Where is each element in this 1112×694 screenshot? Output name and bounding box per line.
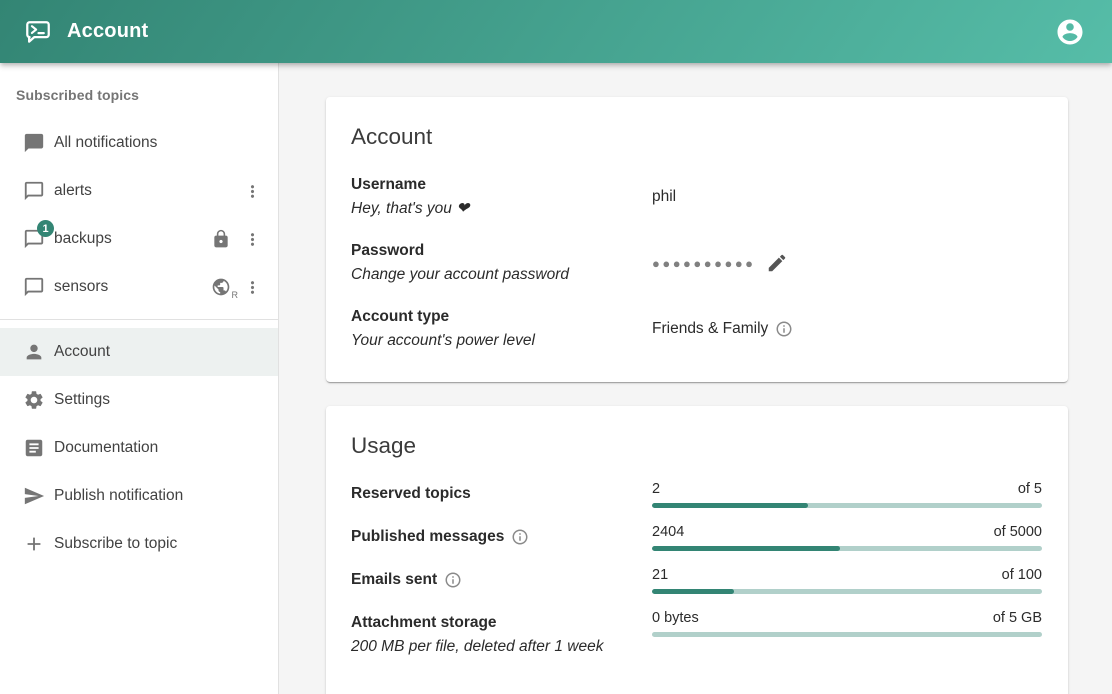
sidebar-item-account[interactable]: Account xyxy=(0,328,278,376)
reserved-topics-row: Reserved topics 2 of 5 xyxy=(326,473,1068,516)
published-messages-label: Published messages xyxy=(351,525,504,549)
lock-icon xyxy=(211,229,231,249)
nav-label: Publish notification xyxy=(54,487,262,505)
chat-bubble-outline-icon: 1 xyxy=(23,228,45,250)
edit-password-button[interactable] xyxy=(766,252,788,274)
password-row: Password Change your account password ●●… xyxy=(326,230,1068,296)
info-icon[interactable] xyxy=(511,528,529,546)
usage-limit: of 5000 xyxy=(994,523,1042,542)
sidebar-item-publish-notification[interactable]: Publish notification xyxy=(0,472,278,520)
sidebar-item-subscribe-to-topic[interactable]: Subscribe to topic xyxy=(0,520,278,568)
username-row: Username Hey, that's you ❤ phil xyxy=(326,164,1068,230)
reserved-marker: R xyxy=(232,290,239,300)
person-icon xyxy=(23,341,45,363)
info-icon[interactable] xyxy=(775,320,793,338)
sidebar-item-documentation[interactable]: Documentation xyxy=(0,424,278,472)
attachment-storage-label: Attachment storage xyxy=(351,611,652,635)
usage-limit: of 5 xyxy=(1018,480,1042,499)
progress-bar-fill xyxy=(652,546,840,551)
usage-card-title: Usage xyxy=(326,406,1068,473)
sidebar-item-settings[interactable]: Settings xyxy=(0,376,278,424)
progress-bar xyxy=(652,546,1042,551)
more-vert-icon xyxy=(243,278,262,297)
username-value: phil xyxy=(652,188,676,206)
info-icon[interactable] xyxy=(444,571,462,589)
reserved-topics-label: Reserved topics xyxy=(351,482,471,506)
progress-bar xyxy=(652,503,1042,508)
sidebar-item-all-notifications[interactable]: All notifications xyxy=(0,119,278,167)
chat-bubble-outline-icon xyxy=(23,180,45,202)
nav-label: Settings xyxy=(54,391,262,409)
article-icon xyxy=(23,437,45,459)
notification-count-badge: 1 xyxy=(37,220,54,237)
account-menu-button[interactable] xyxy=(1050,12,1090,52)
send-icon xyxy=(23,485,45,507)
progress-bar xyxy=(652,589,1042,594)
attachment-storage-sublabel: 200 MB per file, deleted after 1 week xyxy=(351,635,652,659)
emails-sent-label: Emails sent xyxy=(351,568,437,592)
usage-current: 2404 xyxy=(652,523,684,542)
published-messages-row: Published messages 2404 of 5000 xyxy=(326,516,1068,559)
main-content: Account Username Hey, that's you ❤ phil … xyxy=(279,63,1112,694)
account-type-row: Account type Your account's power level … xyxy=(326,296,1068,362)
usage-current: 0 bytes xyxy=(652,609,699,628)
globe-reserved-icon: R xyxy=(211,277,231,297)
sidebar: Subscribed topics All notifications aler… xyxy=(0,63,279,694)
app-bar: Account xyxy=(0,0,1112,63)
plus-icon xyxy=(23,533,45,555)
password-sublabel: Change your account password xyxy=(351,263,652,287)
usage-current: 2 xyxy=(652,480,660,499)
chat-bubble-outline-icon xyxy=(23,276,45,298)
topic-menu-button[interactable] xyxy=(242,179,262,203)
nav-label: Account xyxy=(54,343,262,361)
account-type-label: Account type xyxy=(351,305,652,329)
topic-label: alerts xyxy=(54,182,242,200)
more-vert-icon xyxy=(243,182,262,201)
usage-limit: of 5 GB xyxy=(993,609,1042,628)
password-masked-value: ●●●●●●●●●● xyxy=(652,256,756,271)
usage-current: 21 xyxy=(652,566,668,585)
sidebar-divider xyxy=(0,319,278,320)
sidebar-item-topic-alerts[interactable]: alerts xyxy=(0,167,278,215)
page-title: Account xyxy=(67,20,1050,43)
topic-label: sensors xyxy=(54,278,211,296)
username-sublabel: Hey, that's you ❤ xyxy=(351,197,652,221)
sidebar-item-topic-backups[interactable]: 1 backups xyxy=(0,215,278,263)
progress-bar-fill xyxy=(652,503,808,508)
chat-bubble-icon xyxy=(23,132,45,154)
subscribed-topics-header: Subscribed topics xyxy=(0,71,278,119)
pencil-icon xyxy=(766,252,788,274)
attachment-storage-row: Attachment storage 200 MB per file, dele… xyxy=(326,602,1068,667)
password-label: Password xyxy=(351,239,652,263)
nav-label: Documentation xyxy=(54,439,262,457)
usage-limit: of 100 xyxy=(1002,566,1042,585)
progress-bar xyxy=(652,632,1042,637)
usage-card: Usage Reserved topics 2 of 5 Pu xyxy=(326,406,1068,694)
sidebar-item-topic-sensors[interactable]: sensors R xyxy=(0,263,278,311)
progress-bar-fill xyxy=(652,589,734,594)
account-type-value: Friends & Family xyxy=(652,320,768,338)
account-card: Account Username Hey, that's you ❤ phil … xyxy=(326,97,1068,382)
topic-menu-button[interactable] xyxy=(242,275,262,299)
emails-sent-row: Emails sent 21 of 100 xyxy=(326,559,1068,602)
topic-menu-button[interactable] xyxy=(242,227,262,251)
gear-icon xyxy=(23,389,45,411)
account-type-sublabel: Your account's power level xyxy=(351,329,652,353)
account-card-title: Account xyxy=(326,97,1068,164)
nav-label: Subscribe to topic xyxy=(54,535,262,553)
topic-label: All notifications xyxy=(54,134,262,152)
more-vert-icon xyxy=(243,230,262,249)
topic-label: backups xyxy=(54,230,211,248)
username-label: Username xyxy=(351,173,652,197)
account-circle-icon xyxy=(1055,17,1085,47)
ntfy-logo-icon xyxy=(24,18,52,46)
